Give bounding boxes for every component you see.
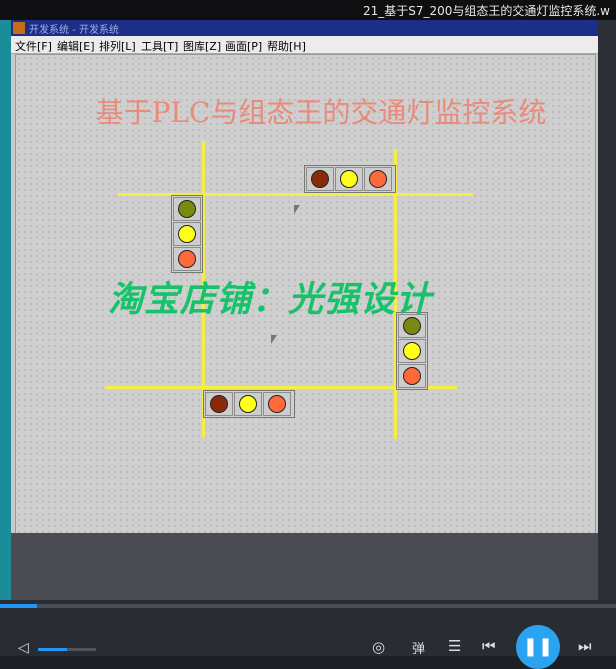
light-cell <box>398 339 426 363</box>
menu-file[interactable]: 文件[F] <box>15 38 52 54</box>
light-cell <box>173 197 201 221</box>
menu-tools[interactable]: 工具[T] <box>141 38 178 54</box>
menu-help[interactable]: 帮助[H] <box>267 38 306 54</box>
left-desktop-strip <box>0 20 11 600</box>
mouse-cursor-icon <box>271 335 277 344</box>
yellow-light-bulb <box>178 225 196 243</box>
app-icon <box>13 22 25 34</box>
red-light-bulb <box>210 395 228 413</box>
volume-fill <box>38 648 67 651</box>
traffic-light-north[interactable] <box>304 165 396 193</box>
light-cell <box>173 222 201 246</box>
mouse-cursor-icon <box>294 205 300 214</box>
app-bottom-area <box>11 533 598 600</box>
yellow-light-bulb <box>340 170 358 188</box>
volume-icon[interactable]: ◁ <box>18 640 29 656</box>
orange-light-bulb <box>369 170 387 188</box>
menu-gallery[interactable]: 图库[Z] <box>183 38 221 54</box>
danmaku-toggle[interactable]: 弹 <box>412 638 425 657</box>
orange-light-bulb <box>178 250 196 268</box>
settings-icon[interactable]: ☰ <box>448 637 461 655</box>
progress-fill <box>0 604 37 608</box>
yellow-light-bulb <box>239 395 257 413</box>
traffic-light-west[interactable] <box>171 195 203 273</box>
light-cell <box>364 167 392 191</box>
menu-screen[interactable]: 画面[P] <box>225 38 262 54</box>
traffic-light-east[interactable] <box>396 312 428 390</box>
shop-watermark: 淘宝店铺：光强设计 <box>108 280 433 320</box>
red-light-bulb <box>311 170 329 188</box>
progress-track[interactable] <box>0 604 616 608</box>
light-cell <box>335 167 363 191</box>
light-cell <box>306 167 334 191</box>
menu-bar: 文件[F] 编辑[E] 排列[L] 工具[T] 图库[Z] 画面[P] 帮助[H… <box>11 36 598 54</box>
traffic-light-south[interactable] <box>203 390 295 418</box>
menu-edit[interactable]: 编辑[E] <box>57 38 95 54</box>
light-cell <box>173 247 201 271</box>
menu-arrange[interactable]: 排列[L] <box>99 38 136 54</box>
orange-light-bulb <box>403 367 421 385</box>
video-topbar: 21_基于S7_200与组态王的交通灯监控系统.w <box>0 0 616 20</box>
light-cell <box>263 392 291 416</box>
orange-light-bulb <box>268 395 286 413</box>
app-title: 开发系统 - 开发系统 <box>29 25 119 36</box>
light-cell <box>234 392 262 416</box>
app-titlebar: 开发系统 - 开发系统 <box>11 20 598 36</box>
video-player-bar: ◁ ◎ 弹 ☰ ⏮ ❚❚ ⏭ <box>0 600 616 669</box>
right-desktop-strip <box>598 20 616 600</box>
green-light-bulb <box>178 200 196 218</box>
pause-button[interactable]: ❚❚ <box>516 625 560 669</box>
pause-icon: ❚❚ <box>522 636 554 657</box>
previous-icon[interactable]: ⏮ <box>482 637 496 655</box>
yellow-light-bulb <box>403 342 421 360</box>
next-icon[interactable]: ⏭ <box>578 637 592 655</box>
app-window: 开发系统 - 开发系统 文件[F] 编辑[E] 排列[L] 工具[T] 图库[Z… <box>11 20 598 600</box>
eye-icon[interactable]: ◎ <box>372 638 385 656</box>
screen-title: 基于PLC与组态王的交通灯监控系统 <box>95 96 547 129</box>
drawing-canvas[interactable]: 基于PLC与组态王的交通灯监控系统 淘宝店铺：光强设计 <box>15 54 596 534</box>
light-cell <box>398 364 426 388</box>
light-cell <box>205 392 233 416</box>
video-title: 21_基于S7_200与组态王的交通灯监控系统.w <box>362 4 610 18</box>
